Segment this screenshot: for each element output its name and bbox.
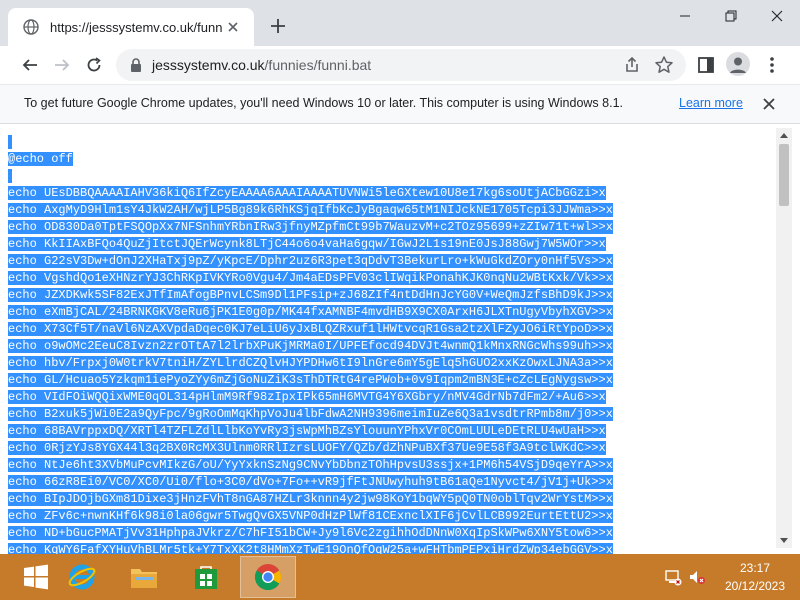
address-bar[interactable]: jesssystemv.co.uk/funnies/funni.bat	[116, 49, 686, 81]
scrollbar-thumb[interactable]	[779, 144, 789, 206]
store-icon	[195, 566, 217, 589]
folder-icon	[131, 569, 157, 588]
code-line: echo KqWY6FafXYHuVhBLMr5tk+Y7TxXK2t8HMmX…	[8, 542, 772, 554]
clock-time: 23:17	[739, 561, 771, 575]
new-tab-button[interactable]	[266, 14, 290, 38]
selected-text: echo 66zR8Ei0/VC0/XC0/Ui0/flo+3C0/dVo+7F…	[8, 475, 613, 489]
selected-text	[8, 135, 12, 149]
selected-text: echo B2xuk5jWi0E2a9QyFpc/9gRoOmMqKhpVoJu…	[8, 407, 613, 421]
close-tab-icon[interactable]	[224, 18, 242, 36]
file-text[interactable]: @echo off echo UEsDBBQAAAAIAHV36kiQ6IfZcy…	[8, 134, 772, 554]
code-line	[8, 134, 772, 151]
kebab-menu-icon[interactable]	[762, 55, 782, 75]
selected-text: echo UEsDBBQAAAAIAHV36kiQ6IfZcyEAAAA6AAA…	[8, 186, 606, 200]
lock-icon[interactable]	[128, 57, 144, 73]
vertical-scrollbar[interactable]	[776, 128, 792, 548]
selected-text: echo OD830Da0TptFSQOpXx7NFSnhmYRbnIRw3jf…	[8, 220, 613, 234]
code-line: echo BIpJDOjbGXm81Dixe3jHnzFVhT8nGA87HZL…	[8, 491, 772, 508]
code-line: echo UEsDBBQAAAAIAHV36kiQ6IfZcyEAAAA6AAA…	[8, 185, 772, 202]
tab-strip: https://jesssystemv.co.uk/funnies/funni.…	[0, 0, 800, 46]
code-line: echo hbv/Frpxj0W0trkV7tniH/ZYLlrdCZQlvHJ…	[8, 355, 772, 372]
code-line: @echo off	[8, 151, 772, 168]
close-window-button[interactable]	[754, 0, 800, 32]
url-text[interactable]: jesssystemv.co.uk/funnies/funni.bat	[152, 57, 371, 73]
code-line: echo VgshdQo1eXHNzrYJ3ChRKpIVKYRo0Vgu4/J…	[8, 270, 772, 287]
store-button[interactable]	[178, 556, 234, 598]
reload-button[interactable]	[80, 51, 108, 79]
tab-title: https://jesssystemv.co.uk/funnies/funni.…	[50, 19, 222, 35]
code-line: echo AxgMyD9Hlm1sY4JkW2AH/wjLP5Bg89k6RhK…	[8, 202, 772, 219]
selected-text: echo G22sV3Dw+dOnJ2XHaTxj9pZ/yKpcE/Dphr2…	[8, 254, 613, 268]
code-line: echo NtJe6ht3XVbMuPcvMIkzG/oU/YyYxknSzNg…	[8, 457, 772, 474]
clock-date: 20/12/2023	[724, 579, 786, 593]
url-host: jesssystemv.co.uk	[152, 57, 265, 73]
selected-text: @echo off	[8, 152, 73, 166]
code-line: echo X73Cf5T/naVl6NzAXVpdaDqec0KJ7eLiU6y…	[8, 321, 772, 338]
close-infobar-icon[interactable]	[760, 95, 778, 113]
selected-text: echo JZXDKwk5SF82ExJTfImAfogBPnvLCSm9Dl1…	[8, 288, 613, 302]
volume-muted-icon[interactable]	[688, 568, 706, 586]
network-icon[interactable]	[664, 568, 682, 586]
code-line: echo eXmBjCAL/24BRNKGKV8eRu6jPK1E0g0p/MK…	[8, 304, 772, 321]
profile-avatar-icon[interactable]	[726, 52, 750, 76]
page-content: @echo off echo UEsDBBQAAAAIAHV36kiQ6IfZcy…	[0, 124, 800, 554]
code-line: echo ZFv6c+nwnKHf6k98i0la06gwr5TwgQvGX5V…	[8, 508, 772, 525]
code-line: echo KkIIAxBFQo4QuZjItctJQErWcynk8LTjC44…	[8, 236, 772, 253]
selected-text: echo hbv/Frpxj0W0trkV7tniH/ZYLlrdCZQlvHJ…	[8, 356, 613, 370]
chrome-button[interactable]	[240, 556, 296, 598]
url-path: /funnies/funni.bat	[264, 57, 372, 73]
selected-text: echo 0RjzYJs8YGX44l3q2BX0RcMX3Ulnm0RRlIz…	[8, 441, 606, 455]
code-line: echo GL/Hcuao5Yzkqm1iePyoZYy6mZjGoNuZiK3…	[8, 372, 772, 389]
selected-text: echo KqWY6FafXYHuVhBLMr5tk+Y7TxXK2t8HMmX…	[8, 543, 613, 554]
code-line: echo JZXDKwk5SF82ExJTfImAfogBPnvLCSm9Dl1…	[8, 287, 772, 304]
windows-logo-icon	[24, 564, 48, 590]
learn-more-link[interactable]: Learn more	[679, 96, 743, 110]
selected-text: echo X73Cf5T/naVl6NzAXVpdaDqec0KJ7eLiU6y…	[8, 322, 613, 336]
selected-text: echo AxgMyD9Hlm1sY4JkW2AH/wjLP5Bg89k6RhK…	[8, 203, 613, 217]
restore-button[interactable]	[708, 0, 754, 32]
update-infobar: To get future Google Chrome updates, you…	[0, 84, 800, 124]
scroll-up-arrow-icon[interactable]	[776, 128, 792, 142]
internet-explorer-button[interactable]	[54, 556, 110, 598]
code-line: echo VIdFOiWQQixWME0qOL314pHlmM9Rf98zIpx…	[8, 389, 772, 406]
file-explorer-button[interactable]	[116, 556, 172, 598]
internet-explorer-icon	[68, 564, 96, 590]
selected-text: echo ND+bGucPMATjVv31HphpaJVkrz/C7hFI51b…	[8, 526, 613, 540]
forward-button[interactable]	[48, 51, 76, 79]
system-clock[interactable]: 23:17 20/12/2023	[718, 559, 792, 595]
code-line: echo 66zR8Ei0/VC0/XC0/Ui0/flo+3C0/dVo+7F…	[8, 474, 772, 491]
chrome-icon	[254, 564, 282, 591]
selected-text: echo VIdFOiWQQixWME0qOL314pHlmM9Rf98zIpx…	[8, 390, 606, 404]
code-line	[8, 168, 772, 185]
selected-text	[8, 169, 12, 183]
code-line: echo 68BAVrppxDQ/XRTl4TZFLZdlLlbKoYvRy3j…	[8, 423, 772, 440]
code-line: echo B2xuk5jWi0E2a9QyFpc/9gRoOmMqKhpVoJu…	[8, 406, 772, 423]
scroll-down-arrow-icon[interactable]	[776, 534, 792, 548]
bookmark-star-icon[interactable]	[654, 55, 674, 75]
selected-text: echo BIpJDOjbGXm81Dixe3jHnzFVhT8nGA87HZL…	[8, 492, 613, 506]
code-line: echo ND+bGucPMATjVv31HphpaJVkrz/C7hFI51b…	[8, 525, 772, 542]
selected-text: echo o9wOMc2EeuC8Ivzn2zrOTtA7l2lrbXPuKjM…	[8, 339, 613, 353]
selected-text: echo KkIIAxBFQo4QuZjItctJQErWcynk8LTjC44…	[8, 237, 606, 251]
code-line: echo G22sV3Dw+dOnJ2XHaTxj9pZ/yKpcE/Dphr2…	[8, 253, 772, 270]
selected-text: echo VgshdQo1eXHNzrYJ3ChRKpIVKYRo0Vgu4/J…	[8, 271, 613, 285]
infobar-message: To get future Google Chrome updates, you…	[24, 96, 623, 110]
share-icon[interactable]	[622, 55, 642, 75]
code-line: echo 0RjzYJs8YGX44l3q2BX0RcMX3Ulnm0RRlIz…	[8, 440, 772, 457]
code-line: echo o9wOMc2EeuC8Ivzn2zrOTtA7l2lrbXPuKjM…	[8, 338, 772, 355]
toolbar: jesssystemv.co.uk/funnies/funni.bat	[0, 46, 800, 84]
selected-text: echo ZFv6c+nwnKHf6k98i0la06gwr5TwgQvGX5V…	[8, 509, 613, 523]
taskbar: 23:17 20/12/2023	[0, 554, 800, 600]
code-line: echo OD830Da0TptFSQOpXx7NFSnhmYRbnIRw3jf…	[8, 219, 772, 236]
globe-icon	[22, 18, 40, 36]
selected-text: echo NtJe6ht3XVbMuPcvMIkzG/oU/YyYxknSzNg…	[8, 458, 613, 472]
selected-text: echo eXmBjCAL/24BRNKGKV8eRu6jPK1E0g0p/MK…	[8, 305, 613, 319]
selected-text: echo GL/Hcuao5Yzkqm1iePyoZYy6mZjGoNuZiK3…	[8, 373, 613, 387]
selected-text: echo 68BAVrppxDQ/XRTl4TZFLZdlLlbKoYvRy3j…	[8, 424, 606, 438]
back-button[interactable]	[16, 51, 44, 79]
side-panel-icon[interactable]	[696, 55, 716, 75]
minimize-button[interactable]	[662, 0, 708, 32]
tab-active[interactable]: https://jesssystemv.co.uk/funnies/funni.…	[8, 8, 254, 46]
